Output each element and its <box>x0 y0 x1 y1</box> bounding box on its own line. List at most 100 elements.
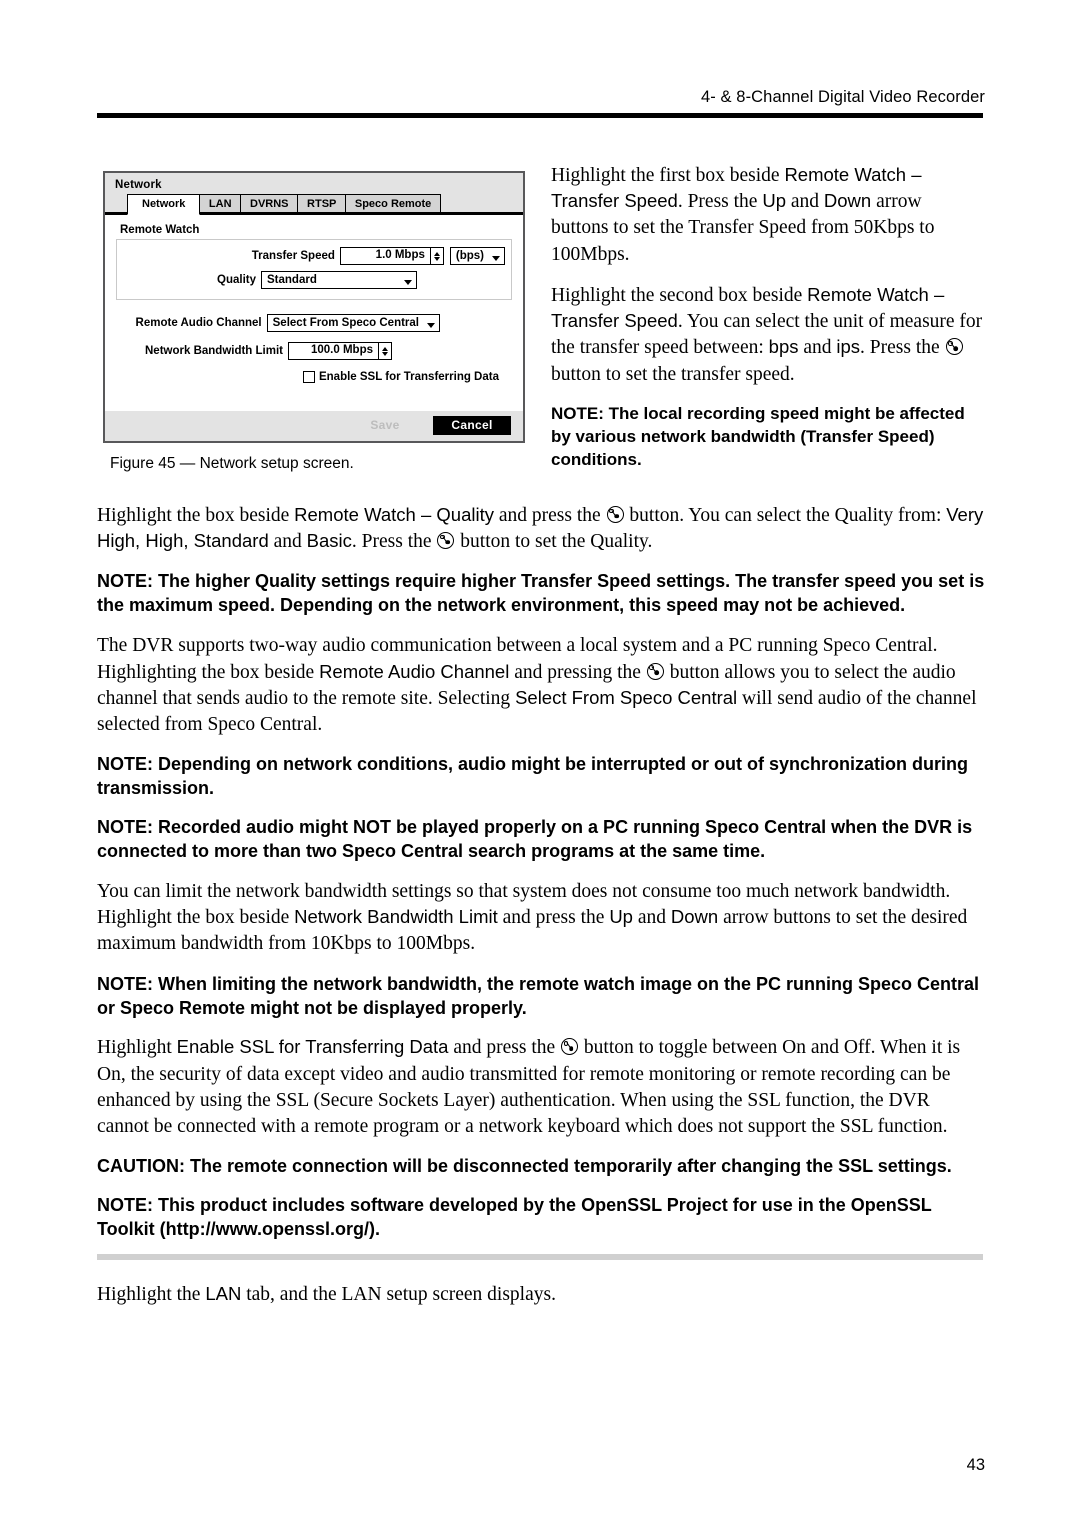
figure-block: Network Network LAN DVRNS RTSP Speco Rem… <box>103 171 525 473</box>
chevron-down-icon[interactable] <box>382 351 388 356</box>
cancel-button[interactable]: Cancel <box>433 416 511 435</box>
save-button[interactable]: Save <box>346 416 424 435</box>
note-openssl-project: NOTE: This product includes software dev… <box>97 1195 932 1240</box>
text-run: and pressing the <box>509 661 646 683</box>
paragraph-bandwidth-limit: You can limit the network bandwidth sett… <box>97 879 985 958</box>
text-run: and <box>632 907 671 929</box>
remote-watch-group: Transfer Speed 1.0 Mbps (bps) Quality St… <box>116 239 512 300</box>
note-local-recording-speed: NOTE: The local recording speed might be… <box>551 403 965 469</box>
paragraph-transfer-speed-first-box: Highlight the first box beside Remote Wa… <box>551 163 983 268</box>
text-run: Highlight the box beside <box>97 505 295 526</box>
main-column: Highlight the box beside Remote Watch – … <box>97 503 985 1323</box>
text-run: Highlight the second box beside <box>551 284 808 306</box>
text-run: Highlight the first box beside <box>551 165 785 186</box>
caution-ssl-settings: CAUTION: The remote connection will be d… <box>97 1156 952 1177</box>
dialog-tab-bar: Network LAN DVRNS RTSP Speco Remote <box>105 194 523 215</box>
enter-button-icon <box>606 506 624 523</box>
header-rule <box>97 113 983 118</box>
remote-audio-channel-row: Remote Audio Channel Select From Speco C… <box>116 314 440 332</box>
transfer-speed-unit-value: (bps) <box>455 249 484 262</box>
ui-label-ips: ips <box>836 336 861 358</box>
dialog-spacer <box>116 383 512 411</box>
chevron-down-icon <box>404 280 412 285</box>
ui-label-remote-watch-quality: Remote Watch – Quality <box>294 504 494 525</box>
note-recorded-audio-speco-central: NOTE: Recorded audio might NOT be played… <box>97 817 973 861</box>
text-run: button to set the Quality. <box>455 531 653 553</box>
transfer-speed-spinner-arrows[interactable] <box>429 248 443 264</box>
network-setup-dialog: Network Network LAN DVRNS RTSP Speco Rem… <box>103 171 525 443</box>
dialog-body: Remote Watch Transfer Speed 1.0 Mbps (bp… <box>105 215 523 411</box>
network-bandwidth-limit-stepper[interactable]: 100.0 Mbps <box>288 342 392 360</box>
transfer-speed-label: Transfer Speed <box>251 250 335 262</box>
text-run: and press the <box>493 505 606 526</box>
page-number: 43 <box>966 1456 985 1474</box>
enable-ssl-checkbox[interactable] <box>302 371 315 383</box>
section-divider <box>97 1254 983 1261</box>
text-run: and <box>798 337 837 359</box>
transfer-speed-row: Transfer Speed 1.0 Mbps (bps) <box>123 247 505 265</box>
chevron-up-icon[interactable] <box>433 251 440 256</box>
remote-watch-group-label: Remote Watch <box>120 224 200 236</box>
dialog-title: Network <box>115 179 162 191</box>
text-run: Highlight <box>97 1037 177 1059</box>
chevron-down-icon[interactable] <box>433 256 440 261</box>
ui-label-remote-audio-channel: Remote Audio Channel <box>319 660 510 682</box>
ui-label-down: Down <box>823 190 872 212</box>
remote-audio-channel-select[interactable]: Select From Speco Central <box>266 314 440 332</box>
quality-label: Quality <box>217 274 256 286</box>
text-run: . Press the <box>351 531 437 553</box>
note-network-conditions-audio: NOTE: Depending on network conditions, a… <box>97 754 968 799</box>
enter-button-icon <box>561 1038 579 1056</box>
chevron-up-icon[interactable] <box>382 346 388 351</box>
ui-label-up: Up <box>762 190 786 212</box>
text-run: and <box>268 531 307 553</box>
enable-ssl-label: Enable SSL for Transferring Data <box>318 371 499 383</box>
enter-button-icon <box>437 532 455 550</box>
ui-label-enable-ssl: Enable SSL for Transferring Data <box>176 1036 449 1058</box>
enable-ssl-row[interactable]: Enable SSL for Transferring Data <box>116 371 499 383</box>
text-run: and press the <box>448 1037 561 1059</box>
ui-label-network-bandwidth-limit: Network Bandwidth Limit <box>294 906 498 928</box>
network-bandwidth-limit-value: 100.0 Mbps <box>311 344 373 356</box>
remote-audio-channel-value: Select From Speco Central <box>272 316 419 329</box>
text-run: and <box>785 191 824 213</box>
paragraph-lan-tab: Highlight the LAN tab, and the LAN setup… <box>97 1282 985 1308</box>
paragraph-quality: Highlight the box beside Remote Watch – … <box>97 503 985 555</box>
tab-network[interactable]: Network <box>127 194 201 215</box>
enter-button-icon <box>945 338 963 356</box>
text-run: Highlight the <box>97 1284 206 1306</box>
text-run: button to set the transfer speed. <box>551 363 795 385</box>
document-page: 4- & 8-Channel Digital Video Recorder Ne… <box>0 0 1080 1529</box>
chevron-down-icon <box>427 323 435 328</box>
ui-label-lan: LAN <box>205 1283 242 1305</box>
text-run: and press the <box>497 907 610 929</box>
paragraph-two-way-audio: The DVR supports two-way audio communica… <box>97 633 985 738</box>
note-limiting-bandwidth: NOTE: When limiting the network bandwidt… <box>97 973 980 1018</box>
text-run: . Press the <box>677 191 763 213</box>
paragraph-enable-ssl: Highlight Enable SSL for Transferring Da… <box>97 1035 985 1140</box>
header-title: 4- & 8-Channel Digital Video Recorder <box>700 88 985 106</box>
transfer-speed-stepper[interactable]: 1.0 Mbps <box>339 247 444 265</box>
ui-label-down: Down <box>670 906 719 928</box>
ui-label-up: Up <box>609 906 633 928</box>
network-bandwidth-spinner-arrows[interactable] <box>378 343 391 359</box>
network-bandwidth-limit-label: Network Bandwidth Limit <box>145 345 283 357</box>
quality-row: Quality Standard <box>123 271 417 289</box>
text-run: button. You can select the Quality from: <box>624 505 947 526</box>
ui-label-select-from-speco-central: Select From Speco Central <box>515 686 738 708</box>
remote-audio-channel-label: Remote Audio Channel <box>135 317 262 329</box>
note-higher-quality-settings: NOTE: The higher Quality settings requir… <box>97 571 985 616</box>
ui-label-bps: bps <box>768 336 799 358</box>
enter-button-icon <box>646 662 664 680</box>
text-run: tab, and the LAN setup screen displays. <box>241 1284 556 1306</box>
figure-caption: Figure 45 — Network setup screen. <box>110 455 354 472</box>
transfer-speed-value: 1.0 Mbps <box>375 249 425 261</box>
chevron-down-icon <box>492 256 500 261</box>
quality-value: Standard <box>267 273 317 286</box>
dialog-footer: Save Cancel <box>105 411 523 441</box>
transfer-speed-unit-select[interactable]: (bps) <box>449 247 505 265</box>
text-run: . Press the <box>860 337 945 359</box>
paragraph-transfer-speed-second-box: Highlight the second box beside Remote W… <box>551 283 983 388</box>
quality-select[interactable]: Standard <box>261 271 417 289</box>
network-bandwidth-limit-row: Network Bandwidth Limit 100.0 Mbps <box>116 342 392 360</box>
